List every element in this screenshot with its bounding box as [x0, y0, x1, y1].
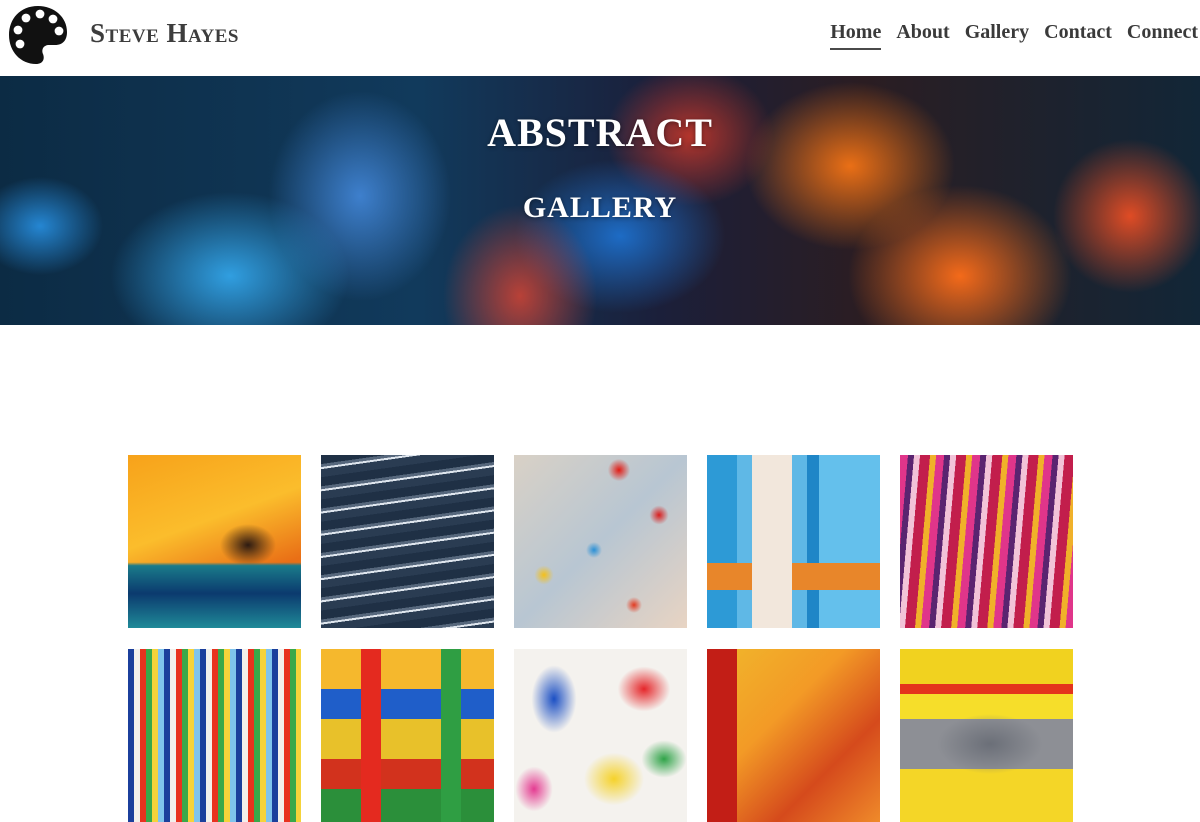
gallery-thumbnail[interactable]: [900, 649, 1073, 822]
gallery-grid: [128, 455, 1073, 822]
gallery-thumbnail[interactable]: [707, 649, 880, 822]
gallery-thumbnail[interactable]: [321, 649, 494, 822]
gallery-thumbnail[interactable]: [128, 455, 301, 628]
gallery-thumbnail[interactable]: [900, 455, 1073, 628]
main-nav: Home About Gallery Contact Connect: [830, 20, 1198, 50]
nav-item-about[interactable]: About: [896, 20, 949, 50]
palette-icon[interactable]: [7, 4, 69, 66]
gallery-thumbnail[interactable]: [128, 649, 301, 822]
nav-item-gallery[interactable]: Gallery: [965, 20, 1029, 50]
gallery-thumbnail[interactable]: [321, 455, 494, 628]
nav-item-connect[interactable]: Connect: [1127, 20, 1198, 50]
hero-subtitle: GALLERY: [522, 191, 678, 224]
gallery-thumbnail[interactable]: [514, 455, 687, 628]
nav-item-home[interactable]: Home: [830, 20, 882, 50]
site-header: Steve Hayes Home About Gallery Contact C…: [0, 0, 1200, 76]
gallery-thumbnail[interactable]: [514, 649, 687, 822]
gallery-thumbnail[interactable]: [707, 455, 880, 628]
nav-item-contact[interactable]: Contact: [1044, 20, 1112, 50]
site-brand[interactable]: Steve Hayes: [90, 17, 239, 49]
hero-title: ABSTRACT: [487, 110, 713, 155]
hero-banner: ABSTRACT GALLERY: [0, 76, 1200, 325]
